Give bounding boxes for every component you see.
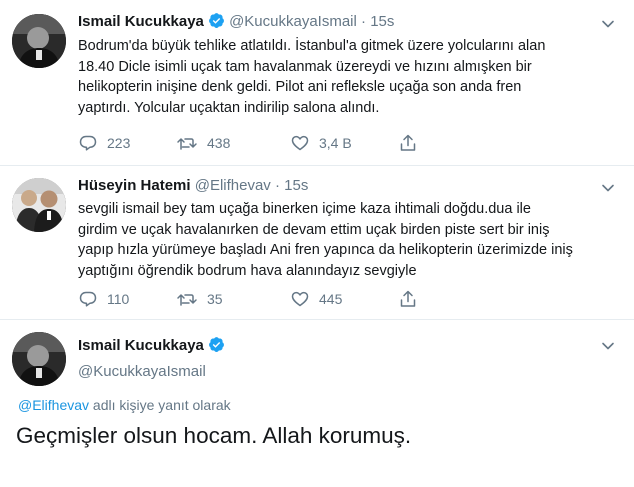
chevron-down-icon[interactable]: [598, 336, 618, 356]
tweet-text-line: 18.40 Dicle isimli uçak tam havalanmak ü…: [78, 58, 532, 75]
author-name[interactable]: Ismail Kucukkaya: [78, 13, 204, 30]
retweet-count: 35: [207, 291, 223, 307]
tweet-text-line: yapıp hızla yürümeye başladı Ani fren ya…: [78, 242, 573, 258]
author-handle[interactable]: @KucukkayaIsmail: [229, 13, 357, 30]
main-tweet-header: Ismail Kucukkaya @KucukkayaIsmail: [78, 336, 225, 382]
reply-context: @Elifhevav adlı kişiye yanıt olarak: [18, 397, 231, 413]
like-count: 445: [319, 291, 343, 307]
tweet-1[interactable]: Ismail Kucukkaya @KucukkayaIsmail · 15s …: [0, 0, 634, 166]
author-handle[interactable]: @KucukkayaIsmail: [78, 362, 225, 382]
avatar[interactable]: [12, 14, 66, 68]
separator: ·: [274, 177, 280, 194]
like-count: 3,4 B: [319, 135, 352, 151]
retweet-button[interactable]: 438: [176, 133, 230, 153]
chevron-down-icon[interactable]: [598, 14, 618, 34]
separator: ·: [361, 13, 367, 30]
tweet-header: Hüseyin Hatemi @Elifhevav · 15s: [78, 176, 308, 196]
author-name[interactable]: Hüseyin Hatemi: [78, 177, 191, 194]
reply-button[interactable]: 223: [78, 133, 130, 153]
timestamp[interactable]: 15s: [284, 177, 308, 194]
reply-to-link[interactable]: @Elifhevav: [18, 397, 89, 413]
reply-count: 110: [107, 291, 130, 307]
tweet-text-line: sevgili ismail bey tam uçağa binerken iç…: [78, 201, 531, 217]
tweet-text-line: girdim ve uçak havalanırken de devam ett…: [78, 221, 550, 238]
retweet-button[interactable]: 35: [176, 289, 223, 309]
share-button[interactable]: [398, 133, 427, 153]
chevron-down-icon[interactable]: [598, 178, 618, 198]
reply-count: 223: [107, 135, 131, 151]
reply-icon: [79, 135, 97, 151]
author-handle[interactable]: @Elifhevav: [195, 177, 271, 194]
verified-badge-icon: [208, 336, 225, 359]
like-icon: [291, 135, 309, 151]
like-button[interactable]: 3,4 B: [290, 133, 352, 153]
tweet-text: Bodrum'da büyük tehlike atlatıldı. İstan…: [78, 36, 545, 118]
author-name[interactable]: Ismail Kucukkaya: [78, 337, 204, 354]
main-tweet: Ismail Kucukkaya @KucukkayaIsmail @Elifh…: [0, 320, 634, 487]
tweet-header: Ismail Kucukkaya @KucukkayaIsmail · 15s: [78, 12, 394, 35]
retweet-icon: [177, 294, 197, 306]
share-icon: [400, 290, 416, 307]
reply-button[interactable]: 110: [78, 289, 129, 309]
retweet-count: 438: [207, 135, 231, 151]
like-button[interactable]: 445: [290, 289, 342, 309]
tweet-text-line: yaptığını öğrendik bodrum hava alanınday…: [78, 262, 417, 279]
avatar[interactable]: [12, 332, 66, 386]
like-icon: [291, 291, 309, 307]
share-icon: [400, 134, 416, 151]
reply-icon: [79, 291, 97, 307]
tweet-actions: 110 35 445: [78, 289, 418, 309]
share-button[interactable]: [398, 289, 427, 309]
retweet-icon: [177, 138, 197, 150]
tweet-text-line: helikopterin inişine denk geldi. Pilot a…: [78, 79, 522, 95]
tweet-actions: 223 438 3,4 B: [78, 133, 418, 153]
tweet-text: sevgili ismail bey tam uçağa binerken iç…: [78, 199, 573, 281]
reply-to-suffix: adlı kişiye yanıt olarak: [92, 397, 231, 413]
tweet-2[interactable]: Hüseyin Hatemi @Elifhevav · 15s sevgili …: [0, 166, 634, 320]
tweet-text-line: Bodrum'da büyük tehlike atlatıldı. İstan…: [78, 38, 546, 54]
timestamp[interactable]: 15s: [370, 13, 394, 30]
main-tweet-text: Geçmişler olsun hocam. Allah korumuş.: [16, 423, 412, 448]
avatar[interactable]: [12, 178, 66, 232]
verified-badge-icon: [208, 12, 225, 35]
tweet-text-line: yaptırdı. Yolcular uçaktan indirilip sal…: [78, 99, 380, 116]
